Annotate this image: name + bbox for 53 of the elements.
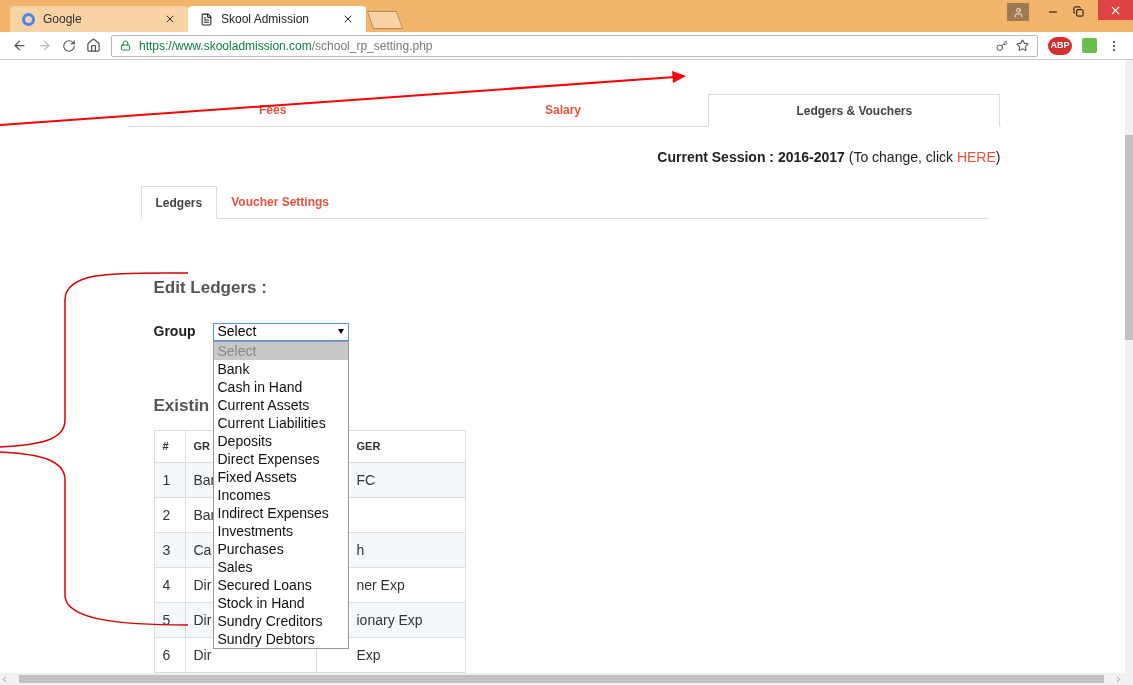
lock-icon [120, 40, 131, 51]
group-label: Group [153, 322, 196, 341]
close-icon[interactable] [164, 13, 176, 25]
page-tab[interactable]: Ledgers & Vouchers [708, 94, 1001, 127]
reload-icon[interactable] [62, 38, 76, 53]
table-cell: 2 [154, 497, 185, 533]
tab-title: Skool Admission [221, 11, 311, 28]
browser-tab[interactable]: Google [10, 6, 188, 32]
page-tab[interactable]: Fees [127, 94, 418, 126]
vertical-scrollbar[interactable] [1125, 60, 1133, 673]
table-cell: 3 [154, 532, 185, 568]
address-bar[interactable]: https://www.skooladmission.com/school_rp_setting.php [111, 34, 1038, 57]
person-icon [1012, 6, 1024, 18]
dropdown-option[interactable]: Indirect Expenses [213, 503, 348, 522]
group-select[interactable]: Select [212, 322, 349, 341]
new-tab-button[interactable] [366, 11, 404, 29]
section-heading: Existin [153, 394, 210, 417]
here-link[interactable]: HERE [956, 149, 996, 165]
section-heading: Edit Ledgers : [153, 277, 268, 299]
profile-button[interactable] [1007, 3, 1029, 21]
browser-tab[interactable]: Skool Admission [188, 6, 366, 32]
sub-tab[interactable]: Voucher Settings [217, 186, 343, 218]
sub-tab[interactable]: Ledgers [140, 186, 218, 219]
dropdown-option[interactable]: Bank [213, 359, 348, 378]
page-tab[interactable]: Salary [417, 94, 709, 126]
scroll-right-icon[interactable] [1114, 674, 1123, 684]
close-window-button[interactable] [1098, 0, 1133, 20]
page-icon [200, 12, 213, 26]
scroll-left-icon[interactable] [0, 674, 9, 684]
table-cell: 5 [154, 602, 185, 638]
close-icon[interactable] [342, 13, 354, 25]
dropdown-option[interactable]: Cash in Hand [213, 377, 348, 396]
dropdown-option[interactable]: Current Assets [213, 395, 348, 414]
back-icon[interactable] [12, 38, 27, 53]
key-icon[interactable] [996, 39, 1008, 52]
dropdown-option[interactable]: Current Liabilities [213, 413, 348, 432]
tab-title: Google [43, 11, 83, 28]
table-cell: 1 [154, 462, 185, 498]
session-text: Current Session : 2016-2017 (To change, click HERE) [656, 148, 1001, 167]
column-header: # [154, 430, 185, 463]
horizontal-scrollbar[interactable] [0, 673, 1133, 685]
url-text: https://www.skooladmission.com/school_rp_setting.php [139, 37, 434, 55]
dropdown-option[interactable]: Sundry Creditors [213, 611, 348, 630]
star-icon[interactable] [1016, 39, 1029, 52]
table-cell: 4 [154, 567, 185, 603]
table-cell: Exp [316, 637, 465, 673]
google-icon [22, 12, 35, 26]
restore-icon[interactable] [1073, 6, 1084, 17]
home-icon[interactable] [86, 38, 101, 53]
table-cell: 6 [154, 637, 185, 673]
adblock-icon[interactable]: ABP [1048, 36, 1072, 55]
forward-icon[interactable] [37, 38, 52, 53]
caret-icon [337, 329, 344, 334]
